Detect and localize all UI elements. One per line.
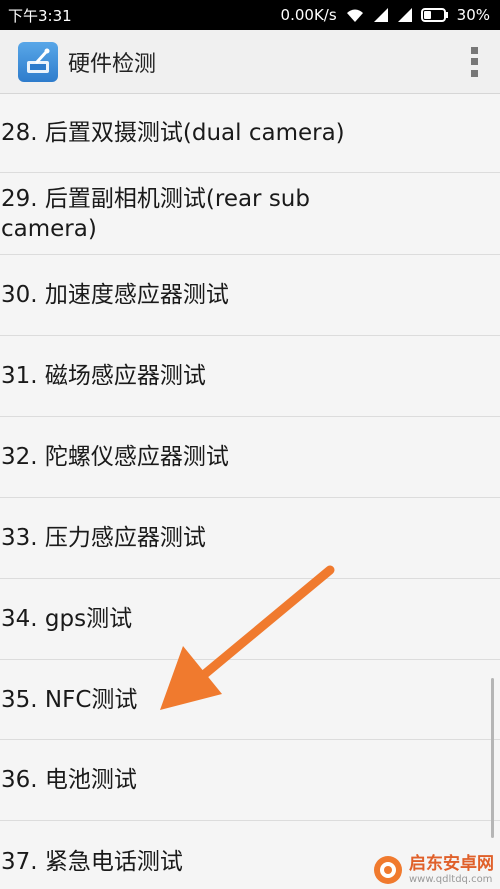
list-item-accelerometer[interactable]: 30. 加速度感应器测试 [0, 255, 500, 336]
overflow-menu-icon[interactable] [464, 45, 484, 79]
hardware-test-app-icon [18, 41, 58, 82]
watermark-text: 启东安卓网 www.qdltdq.com [409, 855, 494, 885]
list-item-label: 37. 紧急电话测试 [1, 848, 183, 875]
app-bar: 硬件检测 [0, 30, 500, 94]
list-item-label: 31. 磁场感应器测试 [1, 363, 206, 389]
watermark-logo-icon [374, 856, 402, 884]
watermark-url: www.qdltdq.com [409, 873, 493, 885]
scrollbar[interactable] [491, 678, 494, 838]
signal-icon [397, 7, 413, 23]
list-item-label: 36. 电池测试 [1, 767, 137, 793]
battery-percent: 30% [456, 6, 490, 24]
list-item-label: 29. 后置副相机测试(rear sub camera) [1, 185, 310, 242]
list-item-label: 33. 压力感应器测试 [1, 525, 206, 551]
status-time: 下午3:31 [8, 6, 72, 25]
signal-icon [373, 7, 389, 23]
watermark: 启东安卓网 www.qdltdq.com [373, 855, 494, 885]
list-item-label: 34. gps测试 [1, 606, 133, 632]
wifi-icon [345, 7, 365, 23]
network-speed: 0.00K/s [280, 6, 337, 24]
list-item-nfc[interactable]: 35. NFC测试 [0, 660, 500, 740]
battery-icon [420, 8, 449, 22]
screen: 下午3:31 0.00K/s 30% 硬件检测 28. 后置双摄测试(dual … [0, 0, 500, 889]
hardware-test-list: 28. 后置双摄测试(dual camera) 29. 后置副相机测试(rear… [0, 94, 500, 889]
status-right: 0.00K/s 30% [281, 6, 490, 24]
list-item-pressure-sensor[interactable]: 33. 压力感应器测试 [0, 498, 500, 579]
status-bar: 下午3:31 0.00K/s 30% [0, 0, 500, 30]
list-item-label: 30. 加速度感应器测试 [1, 282, 229, 308]
list-item-rear-sub-camera[interactable]: 29. 后置副相机测试(rear sub camera) [0, 173, 500, 255]
list-item-gyroscope[interactable]: 32. 陀螺仪感应器测试 [0, 417, 500, 498]
list-item-battery[interactable]: 36. 电池测试 [0, 740, 500, 821]
list-item-magnetic-sensor[interactable]: 31. 磁场感应器测试 [0, 336, 500, 417]
list-item-label: 32. 陀螺仪感应器测试 [1, 444, 229, 470]
watermark-name: 启东安卓网 [409, 854, 494, 875]
list-item-gps[interactable]: 34. gps测试 [0, 579, 500, 660]
page-title: 硬件检测 [68, 51, 157, 77]
list-item-label: 35. NFC测试 [1, 686, 138, 713]
list-item-dual-camera[interactable]: 28. 后置双摄测试(dual camera) [0, 94, 500, 173]
list-item-label: 28. 后置双摄测试(dual camera) [1, 120, 345, 146]
